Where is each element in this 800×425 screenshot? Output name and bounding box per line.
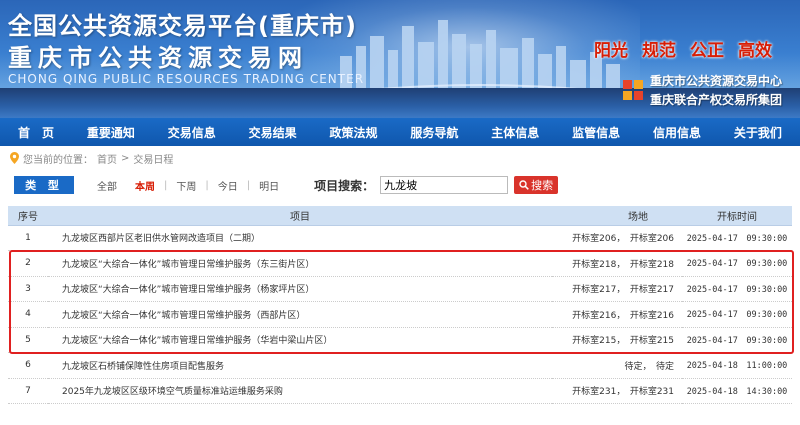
nav-item-entity-info[interactable]: 主体信息 xyxy=(491,124,539,141)
row-venue: 开标室217， 开标室217 xyxy=(552,276,682,302)
nav-item-credit[interactable]: 信用信息 xyxy=(653,124,701,141)
period-filters: 全部 本周 | 下周 | 今日 | 明日 xyxy=(88,178,288,193)
row-index: 2 xyxy=(8,250,48,277)
search-button[interactable]: 搜索 xyxy=(514,176,559,194)
search-label: 项目搜索： xyxy=(314,178,375,193)
slogan-group: 阳光 规范 公正 高效 xyxy=(594,36,772,61)
breadcrumb-current[interactable]: 交易日程 xyxy=(133,151,173,166)
search-icon xyxy=(519,180,529,190)
organization-block: 重庆市公共资源交易中心 重庆联合产权交易所集团 xyxy=(622,72,782,108)
nav-item-trade-results[interactable]: 交易结果 xyxy=(249,124,297,141)
city-skyline-graphic xyxy=(330,20,630,96)
row-project-link[interactable]: 九龙坡区“大综合一体化”城市管理日常维护服务（西部片区） xyxy=(48,301,552,328)
filter-tomorrow[interactable]: 明日 xyxy=(250,178,288,193)
org-logo-icon xyxy=(622,80,643,100)
site-banner: 全国公共资源交易平台(重庆市) 重庆市公共资源交易网 CHONG QING PU… xyxy=(0,0,800,118)
slogan-word: 高效 xyxy=(738,41,772,61)
schedule-table-wrapper: 序号 项目 场地 开标时间 1 九龙坡区西部片区老旧供水管网改造项目（二期） 开… xyxy=(8,206,792,404)
nav-item-about[interactable]: 关于我们 xyxy=(734,124,782,141)
row-index: 7 xyxy=(8,378,48,404)
header-index: 序号 xyxy=(8,206,48,226)
table-row: 5 九龙坡区“大综合一体化”城市管理日常维护服务（华岩中梁山片区） 开标室215… xyxy=(8,327,792,353)
row-venue: 开标室231， 开标室231 xyxy=(552,378,682,404)
search-button-label: 搜索 xyxy=(531,180,554,192)
table-row: 4 九龙坡区“大综合一体化”城市管理日常维护服务（西部片区） 开标室216， 开… xyxy=(8,301,792,328)
header-open-time: 开标时间 xyxy=(682,206,792,226)
row-project-link[interactable]: 九龙坡区“大综合一体化”城市管理日常维护服务（杨家坪片区） xyxy=(48,276,552,302)
row-index: 3 xyxy=(8,276,48,302)
org-name-group: 重庆联合产权交易所集团 xyxy=(649,93,782,107)
search-input[interactable] xyxy=(380,176,509,194)
row-open-time: 2025-04-17 09:30:00 xyxy=(682,250,792,277)
row-project-link[interactable]: 九龙坡区“大综合一体化”城市管理日常维护服务（华岩中梁山片区） xyxy=(48,327,552,353)
breadcrumb-home[interactable]: 首页 xyxy=(97,151,117,166)
nav-item-notices[interactable]: 重要通知 xyxy=(87,124,135,141)
row-open-time: 2025-04-18 11:00:00 xyxy=(682,352,792,379)
slogan-word: 公正 xyxy=(690,41,724,61)
table-header-row: 序号 项目 场地 开标时间 xyxy=(8,206,792,226)
bid-schedule-table: 序号 项目 场地 开标时间 1 九龙坡区西部片区老旧供水管网改造项目（二期） 开… xyxy=(8,206,792,404)
filter-all[interactable]: 全部 xyxy=(88,178,126,193)
row-open-time: 2025-04-17 09:30:00 xyxy=(682,225,792,251)
row-project-link[interactable]: 九龙坡区石桥铺保障性住房项目配售服务 xyxy=(48,352,552,379)
row-open-time: 2025-04-17 09:30:00 xyxy=(682,276,792,302)
filter-next-week[interactable]: 下周 xyxy=(167,178,205,193)
row-project-link[interactable]: 九龙坡区“大综合一体化”城市管理日常维护服务（东三街片区） xyxy=(48,250,552,277)
nav-item-supervision[interactable]: 监管信息 xyxy=(572,124,620,141)
row-project-link[interactable]: 九龙坡区西部片区老旧供水管网改造项目（二期） xyxy=(48,225,552,251)
table-row: 6 九龙坡区石桥铺保障性住房项目配售服务 待定， 待定 2025-04-18 1… xyxy=(8,352,792,379)
breadcrumb-prefix: 您当前的位置： xyxy=(23,154,93,166)
row-index: 4 xyxy=(8,301,48,328)
header-project: 项目 xyxy=(48,206,552,226)
row-venue: 开标室216， 开标室216 xyxy=(552,301,682,328)
main-nav: 首 页 重要通知 交易信息 交易结果 政策法规 服务导航 主体信息 监管信息 信… xyxy=(0,118,800,146)
row-open-time: 2025-04-18 14:30:00 xyxy=(682,378,792,404)
row-open-time: 2025-04-17 09:30:00 xyxy=(682,327,792,353)
row-index: 6 xyxy=(8,352,48,379)
nav-item-policies[interactable]: 政策法规 xyxy=(330,124,378,141)
header-venue: 场地 xyxy=(552,206,682,226)
slogan-word: 规范 xyxy=(642,41,676,61)
nav-item-home[interactable]: 首 页 xyxy=(18,124,54,141)
row-venue: 开标室206， 开标室206 xyxy=(552,225,682,251)
type-label: 类 型 xyxy=(14,176,74,194)
row-index: 1 xyxy=(8,225,48,251)
row-venue: 开标室215， 开标室215 xyxy=(552,327,682,353)
nav-item-trade-info[interactable]: 交易信息 xyxy=(168,124,216,141)
location-pin-icon xyxy=(10,152,19,164)
site-title-line2: 重庆市公共资源交易网 xyxy=(8,44,308,72)
breadcrumb-separator: > xyxy=(121,152,130,164)
row-venue: 待定， 待定 xyxy=(552,352,682,379)
breadcrumb: 您当前的位置： 首页 > 交易日程 xyxy=(0,148,800,168)
table-row: 7 2025年九龙坡区区级环境空气质量标准站运维服务采购 开标室231， 开标室… xyxy=(8,378,792,404)
row-open-time: 2025-04-17 09:30:00 xyxy=(682,301,792,328)
org-name-center: 重庆市公共资源交易中心 xyxy=(649,74,782,88)
filter-bar: 类 型 全部 本周 | 下周 | 今日 | 明日 项目搜索： 搜索 xyxy=(8,172,792,198)
site-title-english: CHONG QING PUBLIC RESOURCES TRADING CENT… xyxy=(8,72,365,86)
site-title-line1: 全国公共资源交易平台(重庆市) xyxy=(8,12,357,40)
slogan-word: 阳光 xyxy=(594,41,628,61)
nav-item-service-guide[interactable]: 服务导航 xyxy=(410,124,458,141)
filter-this-week[interactable]: 本周 xyxy=(126,178,164,193)
row-venue: 开标室218， 开标室218 xyxy=(552,250,682,277)
row-project-link[interactable]: 2025年九龙坡区区级环境空气质量标准站运维服务采购 xyxy=(48,378,552,404)
table-row: 3 九龙坡区“大综合一体化”城市管理日常维护服务（杨家坪片区） 开标室217， … xyxy=(8,276,792,302)
filter-today[interactable]: 今日 xyxy=(209,178,247,193)
table-row: 1 九龙坡区西部片区老旧供水管网改造项目（二期） 开标室206， 开标室206 … xyxy=(8,225,792,251)
table-row: 2 九龙坡区“大综合一体化”城市管理日常维护服务（东三街片区） 开标室218， … xyxy=(8,250,792,277)
row-index: 5 xyxy=(8,327,48,353)
